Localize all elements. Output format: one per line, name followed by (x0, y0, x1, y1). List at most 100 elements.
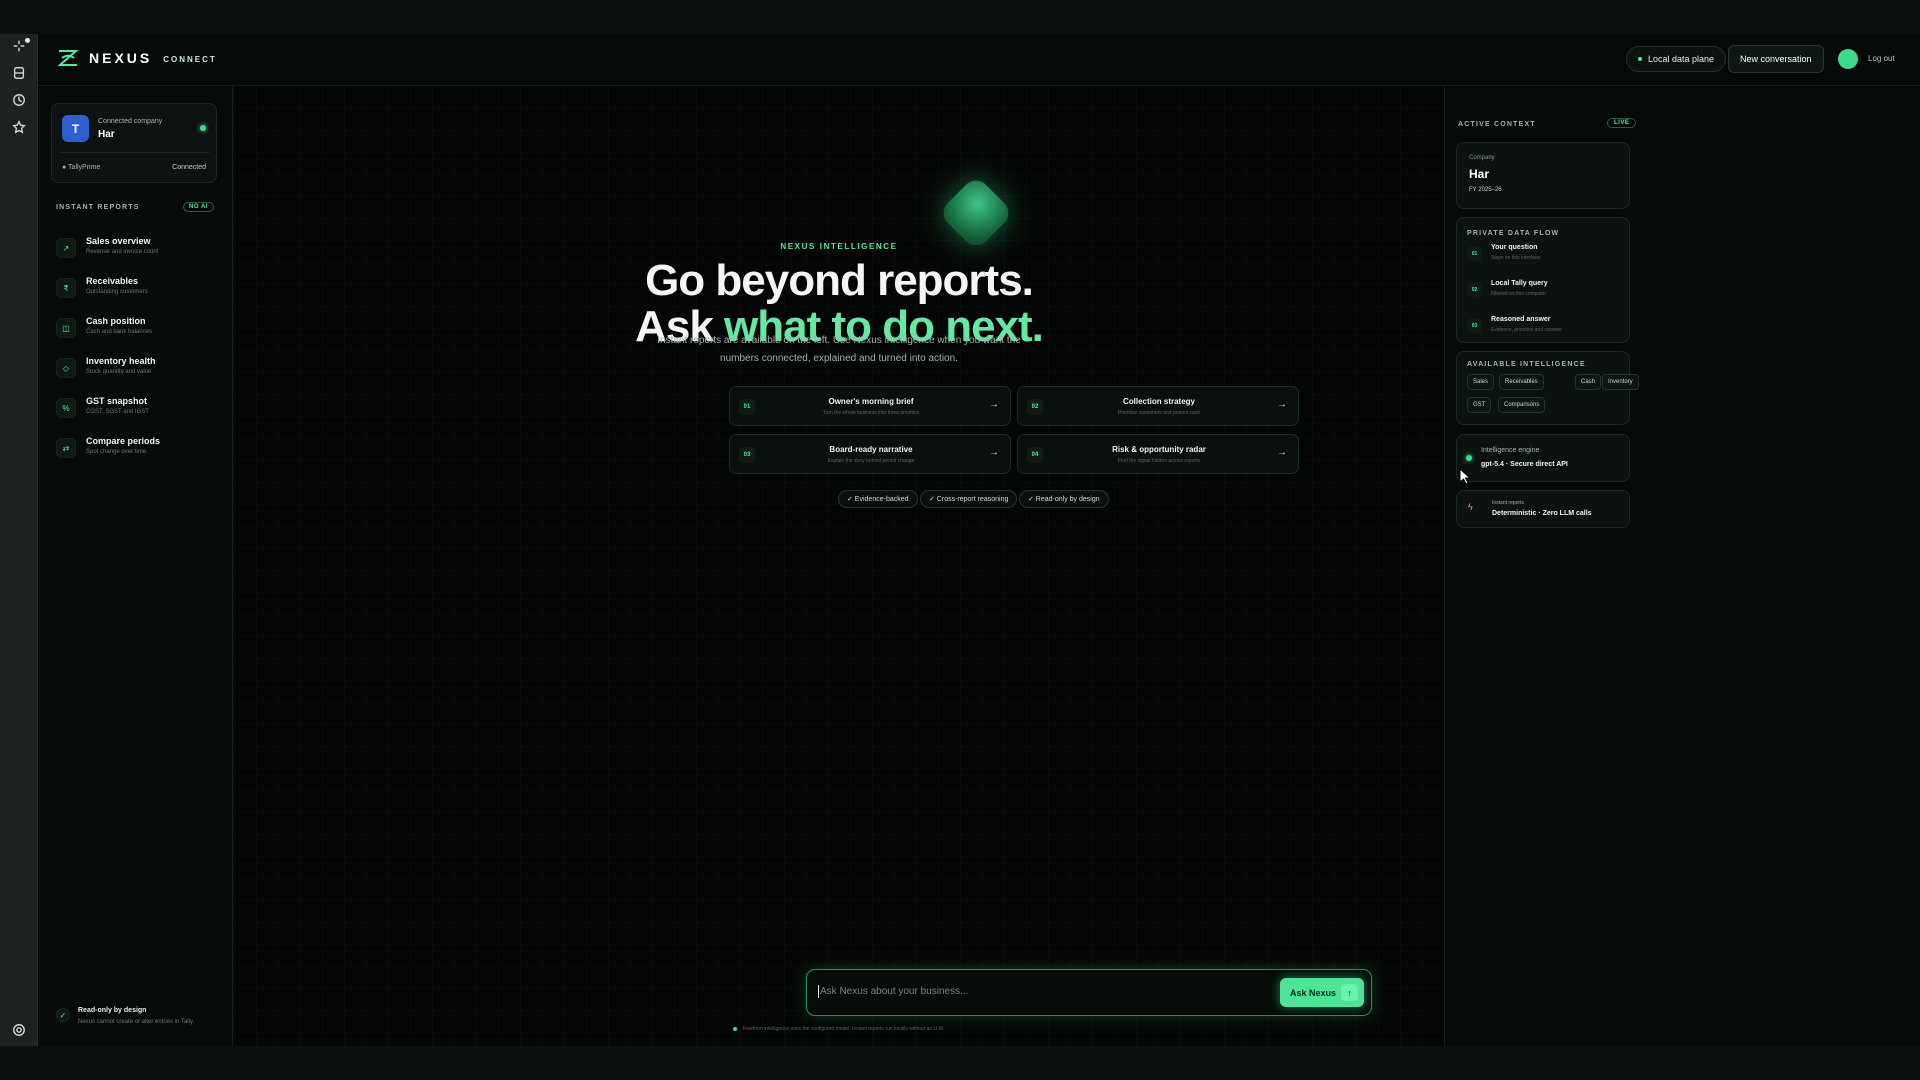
hero-subtitle: Instant reports are available on the lef… (234, 332, 1444, 368)
action-sub: Find the signal hidden across reports (1118, 458, 1200, 464)
hero-kicker: NEXUS INTELLIGENCE (780, 242, 898, 251)
company-name: Har (98, 129, 115, 140)
context-fy: FY 2025–26 (1469, 187, 1502, 193)
left-sidebar: T Connected company Har ● TallyPrime Con… (38, 86, 233, 1046)
report-sub: Spot change over time (86, 449, 147, 455)
flow-title: Your question (1491, 244, 1538, 251)
flow-title: Reasoned answer (1491, 316, 1551, 323)
intel-tag[interactable]: Inventory (1602, 374, 1639, 390)
company-source-label: TallyPrime (68, 164, 101, 171)
action-sub: Prioritise customers and protect cash (1117, 410, 1201, 416)
report-title: Cash position (86, 316, 146, 326)
report-item[interactable]: ↗ Sales overview Revenue and invoice cou… (56, 234, 216, 264)
intel-tag[interactable]: Cash (1575, 374, 1602, 390)
intel-title: AVAILABLE INTELLIGENCE (1467, 361, 1586, 368)
action-card[interactable]: 04 Risk & opportunity radar Find the sig… (1017, 434, 1299, 474)
company-source: ● TallyPrime (62, 164, 101, 171)
action-title: Board-ready narrative (829, 445, 913, 454)
data-flow-card: PRIVATE DATA FLOW 01 Your question Stays… (1456, 217, 1630, 343)
report-icon: ⇄ (56, 438, 76, 458)
action-sub: Explain the story behind period change (827, 458, 915, 464)
footnote-dot (733, 1026, 738, 1031)
report-item[interactable]: ₹ Receivables Outstanding customers (56, 274, 216, 304)
context-panel: ACTIVE CONTEXT LIVE Company Har FY 2025–… (1444, 86, 1920, 1046)
company-card[interactable]: T Connected company Har ● TallyPrime Con… (51, 103, 217, 183)
intel-tag[interactable]: Sales (1467, 374, 1495, 390)
bottom-band (0, 1046, 1920, 1080)
flow-title: Local Tally query (1491, 280, 1548, 287)
logo[interactable]: NEXUS CONNECT (56, 47, 217, 69)
nexus-logo-icon (57, 50, 79, 66)
arrow-right-icon: → (1277, 399, 1287, 410)
intel-tag[interactable]: GST (1467, 397, 1492, 413)
report-item[interactable]: ⇄ Compare periods Spot change over time (56, 434, 216, 464)
divider (60, 152, 210, 153)
report-item[interactable]: % GST snapshot CGST, SGST and IGST (56, 394, 216, 424)
action-card[interactable]: 03 Board-ready narrative Explain the sto… (729, 434, 1011, 474)
intel-tag[interactable]: Receivables (1499, 374, 1544, 390)
ask-footnote: Freeform intelligence uses the configure… (234, 1026, 1444, 1032)
feature-chip: ✓ Read-only by design (1019, 490, 1109, 508)
app-window: NEXUS CONNECT Local data plane New conve… (38, 34, 1920, 1046)
logout-link[interactable]: Log out (1868, 54, 1895, 63)
report-icon: % (56, 398, 76, 418)
ask-box[interactable]: Ask Nexus about your business... Ask Nex… (806, 969, 1372, 1016)
history-icon[interactable] (11, 92, 27, 108)
mouse-cursor-icon (1459, 468, 1471, 485)
flow-step: 03 Reasoned answer Evidence, priorities … (1467, 316, 1627, 346)
report-icon: ◫ (56, 318, 76, 338)
report-title: Sales overview (86, 236, 151, 246)
readonly-sub: Nexus cannot create or alter entries in … (78, 1019, 195, 1025)
report-sub: Outstanding customers (86, 289, 148, 295)
settings-icon[interactable] (11, 1022, 27, 1038)
database-icon[interactable] (11, 65, 27, 81)
data-plane-pill[interactable]: Local data plane (1626, 46, 1727, 72)
action-title: Owner's morning brief (828, 397, 914, 406)
feature-chip: ✓ Evidence-backed (838, 490, 918, 508)
report-item[interactable]: ◇ Inventory health Stock quantity and va… (56, 354, 216, 384)
instant-value: Deterministic · Zero LLM calls (1492, 510, 1592, 517)
header: NEXUS CONNECT Local data plane New conve… (38, 34, 1920, 86)
available-intel-card: AVAILABLE INTELLIGENCE Sales Receivables C… (1456, 351, 1639, 425)
text-caret (818, 985, 819, 998)
report-sub: Revenue and invoice count (86, 249, 159, 255)
action-sub: Turn the whole business into three prior… (822, 410, 920, 416)
intel-tag[interactable]: Comparisons (1498, 397, 1546, 413)
report-sub: Cash and bank balances (86, 329, 153, 335)
connection-status-dot (200, 125, 206, 131)
flow-sub: Evidence, priorities and caveats (1491, 327, 1562, 333)
report-icon: ↗ (56, 238, 76, 258)
flow-number: 01 (1467, 246, 1482, 261)
hero-sub-1: Instant reports are available on the lef… (657, 335, 1021, 346)
app-rail (0, 34, 38, 1046)
report-title: Inventory health (86, 356, 156, 366)
new-conversation-button[interactable]: New conversation (1728, 45, 1824, 73)
action-title: Risk & opportunity radar (1112, 445, 1206, 454)
reports-title: INSTANT REPORTS (56, 204, 140, 211)
report-item[interactable]: ◫ Cash position Cash and bank balances (56, 314, 216, 344)
company-avatar: T (62, 115, 89, 142)
flow-sub: Stays on this interface (1491, 255, 1541, 261)
no-ai-badge: NO AI (183, 202, 214, 212)
flow-sub: Filtered on this computer (1491, 291, 1547, 297)
avatar[interactable] (1838, 49, 1858, 69)
feature-chip: ✓ Cross-report reasoning (920, 490, 1018, 508)
report-title: GST snapshot (86, 396, 148, 406)
action-card[interactable]: 02 Collection strategy Prioritise custom… (1017, 386, 1299, 426)
company-status: Connected (172, 164, 206, 171)
ask-nexus-button[interactable]: Ask Nexus ↑ (1280, 978, 1364, 1007)
engine-value: gpt-5.4 · Secure direct API (1481, 461, 1568, 468)
report-icon: ₹ (56, 278, 76, 298)
context-company-name: Har (1469, 167, 1490, 181)
lightning-icon: ϟ (1468, 502, 1473, 512)
action-card[interactable]: 01 Owner's morning brief Turn the whole … (729, 386, 1011, 426)
star-icon[interactable] (11, 119, 27, 135)
ask-input[interactable]: Ask Nexus about your business... (820, 986, 968, 997)
arrow-right-icon: → (989, 447, 999, 458)
report-icon: ◇ (56, 358, 76, 378)
hero-line-1: Go beyond reports. (645, 256, 1034, 305)
report-title: Compare periods (86, 436, 161, 446)
status-dot (1638, 57, 1642, 61)
report-sub: CGST, SGST and IGST (86, 409, 149, 415)
context-company-label: Company (1469, 155, 1495, 161)
